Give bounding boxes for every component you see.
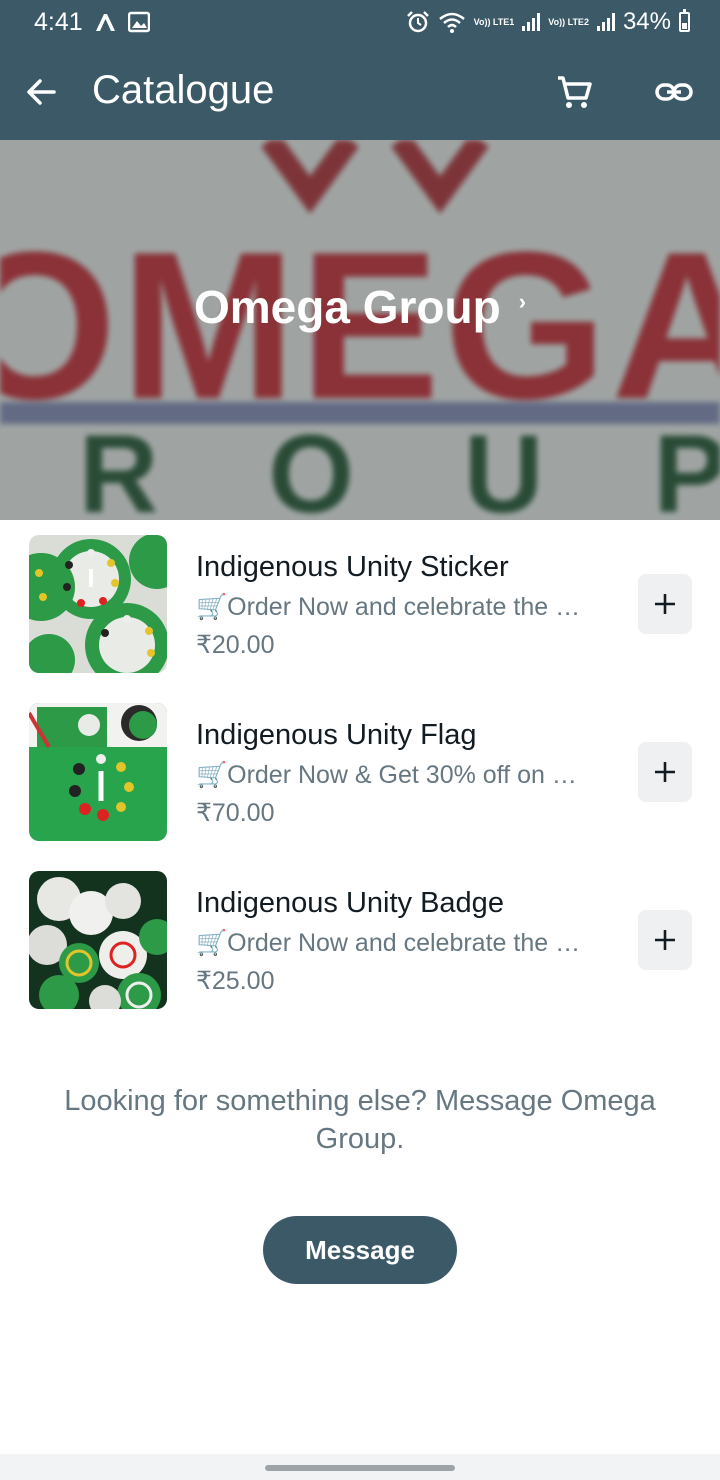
signal-1-icon xyxy=(522,13,541,31)
home-indicator[interactable] xyxy=(265,1465,455,1471)
plus-icon xyxy=(655,930,675,950)
page-title: Catalogue xyxy=(92,68,275,112)
product-price: ₹20.00 xyxy=(196,631,275,659)
add-to-cart-button[interactable] xyxy=(638,574,692,634)
sim2-label: Vo)) LTE2 xyxy=(548,17,589,27)
product-price: ₹25.00 xyxy=(196,967,275,995)
battery-icon xyxy=(679,9,690,32)
status-left-icons xyxy=(94,8,150,36)
product-name: Indigenous Unity Flag xyxy=(196,719,477,751)
back-arrow-icon[interactable] xyxy=(20,70,64,114)
product-image xyxy=(29,535,167,673)
gesture-nav-bar xyxy=(0,1454,720,1480)
product-item[interactable]: Indigenous Unity Sticker 🛒Order Now and … xyxy=(0,521,720,689)
image-notification-icon xyxy=(128,11,150,33)
battery-percent: 34% xyxy=(622,8,671,35)
alarm-icon xyxy=(406,11,429,33)
message-button[interactable]: Message xyxy=(263,1216,457,1284)
product-item[interactable]: Indigenous Unity Badge 🛒Order Now and ce… xyxy=(0,857,720,1025)
product-name: Indigenous Unity Sticker xyxy=(196,551,509,583)
add-to-cart-button[interactable] xyxy=(638,910,692,970)
product-description: 🛒Order Now and celebrate the … xyxy=(196,929,581,957)
link-icon[interactable] xyxy=(652,70,696,114)
status-time: 4:41 xyxy=(34,8,83,36)
product-item[interactable]: Indigenous Unity Flag 🛒Order Now & Get 3… xyxy=(0,689,720,857)
app-notification-icon xyxy=(96,14,115,31)
product-name: Indigenous Unity Badge xyxy=(196,887,504,919)
catalogue-banner[interactable]: OMEGA GROUP Omega Group› xyxy=(0,140,720,520)
add-to-cart-button[interactable] xyxy=(638,742,692,802)
plus-icon xyxy=(655,594,675,614)
signal-2-icon xyxy=(596,13,615,31)
product-description: 🛒Order Now and celebrate the … xyxy=(196,593,581,621)
message-prompt: Looking for something else? Message Omeg… xyxy=(64,1085,656,1155)
plus-icon xyxy=(655,762,675,782)
wifi-icon xyxy=(438,12,465,33)
sim1-label: Vo)) LTE1 xyxy=(473,17,515,27)
business-name: Omega Group xyxy=(193,281,501,333)
chevron-right-icon: › xyxy=(518,289,527,314)
app-bar: Catalogue xyxy=(0,44,720,140)
product-price: ₹70.00 xyxy=(196,799,275,827)
product-description: 🛒Order Now & Get 30% off on … xyxy=(196,761,577,789)
product-image xyxy=(29,871,167,1009)
status-right-icons: Vo)) LTE1 Vo)) LTE2 34% xyxy=(406,6,690,38)
business-name-row[interactable]: Omega Group › xyxy=(0,280,720,334)
product-image xyxy=(29,703,167,841)
cart-icon[interactable] xyxy=(552,70,596,114)
status-bar: 4:41 Vo)) LTE1 Vo)) LTE2 34% xyxy=(0,0,720,44)
